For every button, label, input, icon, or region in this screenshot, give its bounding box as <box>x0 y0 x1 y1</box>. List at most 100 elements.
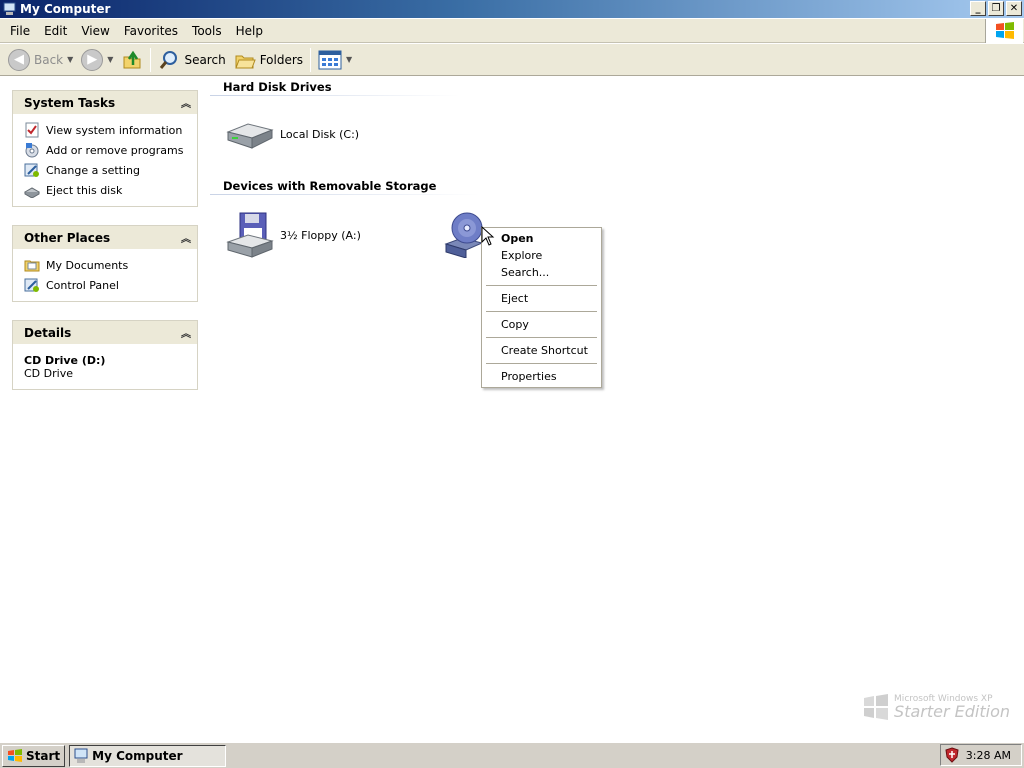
task-view-system-information[interactable]: View system information <box>24 120 191 140</box>
details-item-type: CD Drive <box>24 367 73 380</box>
menu-open[interactable]: Open <box>484 230 599 247</box>
hard-disk-drives-header: Hard Disk Drives <box>223 80 332 94</box>
hard-disk-icon <box>226 123 274 149</box>
my-computer-icon <box>3 2 16 15</box>
other-places-title: Other Places <box>24 230 111 245</box>
task-label: View system information <box>46 123 183 137</box>
watermark-line2: Starter Edition <box>894 701 1010 721</box>
back-arrow-icon: ◀ <box>8 48 30 71</box>
system-tray: 3:28 AM <box>940 744 1022 766</box>
minimize-button[interactable]: _ <box>970 1 986 16</box>
system-info-icon <box>24 122 40 138</box>
removable-storage-header: Devices with Removable Storage <box>223 179 437 193</box>
back-dropdown-icon[interactable]: ▼ <box>67 55 73 64</box>
taskbar-task-label: My Computer <box>92 748 183 763</box>
control-panel-icon <box>24 277 40 293</box>
starter-edition-watermark: Microsoft Windows XP Starter Edition <box>862 694 1010 720</box>
menu-properties[interactable]: Properties <box>484 368 599 385</box>
drive-label: 3½ Floppy (A:) <box>280 228 361 242</box>
menu-view[interactable]: View <box>74 20 116 42</box>
menu-help[interactable]: Help <box>229 20 270 42</box>
cd-drive-icon <box>444 212 484 258</box>
my-computer-icon <box>74 748 88 763</box>
folders-icon <box>234 55 256 68</box>
task-label: Change a setting <box>46 163 140 177</box>
task-add-remove-programs[interactable]: Add or remove programs <box>24 140 191 160</box>
menu-copy[interactable]: Copy <box>484 316 599 333</box>
forward-button[interactable]: ▶ ▼ <box>77 46 117 74</box>
back-button[interactable]: ◀ Back ▼ <box>4 46 77 74</box>
menu-search[interactable]: Search... <box>484 264 599 281</box>
window-title: My Computer <box>20 2 111 16</box>
collapse-chevron-icon[interactable]: ︽ <box>181 230 191 245</box>
folders-button[interactable]: Folders <box>230 46 307 74</box>
details-title: Details <box>24 325 72 340</box>
context-menu: Open Explore Search... Eject Copy Create… <box>481 227 602 388</box>
drive-floppy-a[interactable]: 3½ Floppy (A:) <box>226 212 361 258</box>
details-panel: Details ︽ CD Drive (D:) CD Drive <box>12 320 198 390</box>
place-control-panel[interactable]: Control Panel <box>24 275 191 295</box>
details-header[interactable]: Details ︽ <box>13 321 197 344</box>
toolbar: ◀ Back ▼ ▶ ▼ Search Folders ▼ <box>0 44 1024 76</box>
menu-eject[interactable]: Eject <box>484 290 599 307</box>
menu-bar: File Edit View Favorites Tools Help <box>0 19 1024 43</box>
forward-dropdown-icon[interactable]: ▼ <box>107 55 113 64</box>
clock[interactable]: 3:28 AM <box>966 749 1011 762</box>
up-folder-icon <box>123 50 141 68</box>
task-label: Eject this disk <box>46 183 123 197</box>
menu-separator <box>486 337 597 338</box>
menu-edit[interactable]: Edit <box>37 20 74 42</box>
drive-cd-d[interactable] <box>444 210 484 258</box>
task-change-a-setting[interactable]: Change a setting <box>24 160 191 180</box>
other-places-header[interactable]: Other Places ︽ <box>13 226 197 249</box>
taskbar-my-computer-button[interactable]: My Computer <box>69 744 227 767</box>
close-button[interactable]: ✕ <box>1006 1 1022 16</box>
system-tasks-title: System Tasks <box>24 95 116 110</box>
collapse-chevron-icon[interactable]: ︽ <box>181 95 191 110</box>
eject-disk-icon <box>24 182 40 198</box>
menu-favorites[interactable]: Favorites <box>117 20 185 42</box>
system-tasks-panel: System Tasks ︽ View system information A… <box>12 90 198 207</box>
my-documents-icon <box>24 257 40 273</box>
section-divider <box>210 194 480 195</box>
add-remove-programs-icon <box>24 142 40 158</box>
control-panel-icon <box>24 162 40 178</box>
drive-local-disk-c[interactable]: Local Disk (C:) <box>226 118 359 150</box>
menu-separator <box>486 311 597 312</box>
title-bar[interactable]: My Computer _ ❐ ✕ <box>0 0 1024 18</box>
search-label: Search <box>184 52 226 67</box>
up-folder-button[interactable] <box>117 46 147 74</box>
forward-arrow-icon: ▶ <box>81 48 104 71</box>
back-label: Back <box>34 52 64 67</box>
toolbar-separator <box>310 47 312 72</box>
start-label: Start <box>26 748 61 763</box>
drive-label: Local Disk (C:) <box>280 127 360 141</box>
menu-separator <box>486 363 597 364</box>
security-shield-icon[interactable] <box>945 747 959 763</box>
menu-file[interactable]: File <box>3 20 37 42</box>
task-pane: System Tasks ︽ View system information A… <box>0 77 208 741</box>
toolbar-separator <box>150 47 152 72</box>
menu-tools[interactable]: Tools <box>185 20 229 42</box>
search-button[interactable]: Search <box>154 46 229 74</box>
menu-create-shortcut[interactable]: Create Shortcut <box>484 342 599 359</box>
search-icon <box>160 50 178 69</box>
details-item-name: CD Drive (D:) <box>24 354 106 367</box>
task-label: Add or remove programs <box>46 143 184 157</box>
floppy-drive-icon <box>226 212 274 258</box>
place-my-documents[interactable]: My Documents <box>24 255 191 275</box>
system-tasks-header[interactable]: System Tasks ︽ <box>13 91 197 114</box>
views-button[interactable]: ▼ <box>314 46 356 74</box>
start-button[interactable]: Start <box>2 744 66 767</box>
taskbar: Start My Computer 3:28 AM <box>0 742 1024 768</box>
maximize-button[interactable]: ❐ <box>988 1 1004 16</box>
task-eject-this-disk[interactable]: Eject this disk <box>24 180 191 200</box>
collapse-chevron-icon[interactable]: ︽ <box>181 325 191 340</box>
folders-label: Folders <box>259 52 304 67</box>
views-icon <box>318 50 342 69</box>
menu-explore[interactable]: Explore <box>484 247 599 264</box>
windows-flag-icon <box>864 694 889 720</box>
views-dropdown-icon[interactable]: ▼ <box>346 55 352 64</box>
windows-flag-icon <box>8 748 22 762</box>
mouse-cursor-icon <box>481 226 495 246</box>
